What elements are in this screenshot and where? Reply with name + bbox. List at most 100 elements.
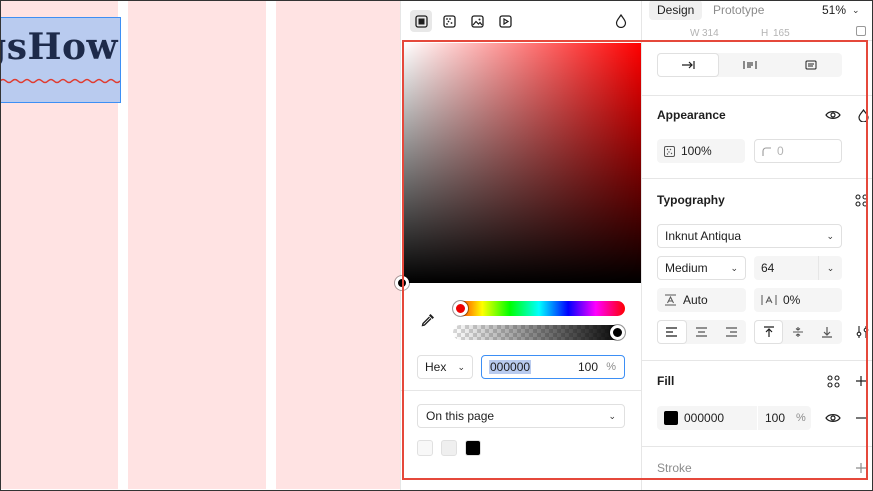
text-resize-control	[657, 53, 842, 77]
align-top-icon	[763, 326, 774, 337]
divider	[757, 406, 758, 430]
text-align-horizontal	[657, 320, 746, 344]
layout-grid-column	[128, 0, 266, 489]
align-left-option[interactable]	[658, 321, 686, 343]
styles-grid-icon	[854, 193, 868, 207]
chevron-down-icon: ⌄	[608, 410, 616, 421]
hex-value[interactable]: 000000	[489, 360, 532, 374]
plus-icon	[856, 376, 866, 386]
auto-width-icon	[681, 61, 695, 69]
fill-hex-value[interactable]: 000000	[684, 411, 724, 425]
resize-icon[interactable]	[856, 26, 866, 36]
divider	[642, 95, 873, 96]
tab-design[interactable]: Design	[649, 0, 703, 20]
letter-spacing-field[interactable]: 0%	[754, 288, 842, 312]
custom-color-tab[interactable]	[410, 10, 432, 32]
document-color-swatch[interactable]	[417, 440, 433, 456]
blend-mode-button[interactable]	[610, 10, 632, 32]
auto-width-option[interactable]	[658, 54, 718, 76]
add-stroke-button[interactable]	[852, 459, 870, 477]
minus-icon	[856, 417, 866, 419]
appearance-title: Appearance	[657, 108, 726, 122]
letter-spacing-icon	[761, 295, 777, 305]
hue-slider[interactable]	[453, 301, 625, 316]
video-fill-tab[interactable]	[494, 10, 516, 32]
opacity-unit: %	[606, 361, 616, 373]
design-panel: Design Prototype 51% ⌄ W 314 H 165 Appea…	[641, 0, 873, 491]
hue-slider-thumb[interactable]	[453, 301, 468, 316]
font-size-field[interactable]: 64 ⌄	[754, 256, 842, 280]
eyedropper-button[interactable]	[419, 311, 437, 329]
gradient-tab[interactable]	[438, 10, 460, 32]
divider	[642, 446, 873, 447]
align-right-option[interactable]	[717, 321, 745, 343]
hex-color-input[interactable]: 000000 100 %	[481, 355, 625, 379]
design-canvas[interactable]: gsHow	[0, 0, 400, 491]
font-size-value[interactable]: 64	[761, 261, 774, 275]
align-center-option[interactable]	[688, 321, 716, 343]
divider	[401, 390, 642, 391]
height-value[interactable]: 165	[773, 28, 790, 40]
layer-opacity-value: 100%	[681, 144, 712, 158]
add-fill-button[interactable]	[852, 372, 870, 390]
fill-color-field[interactable]: 000000 100 %	[657, 406, 811, 430]
text-align-vertical	[754, 320, 842, 344]
tab-prototype[interactable]: Prototype	[705, 0, 772, 20]
opacity-icon	[664, 145, 675, 157]
zoom-dropdown[interactable]: 51% ⌄	[822, 3, 860, 17]
panel-header: Design Prototype 51% ⌄	[642, 0, 873, 20]
video-fill-icon	[498, 14, 512, 28]
remove-fill-button[interactable]	[852, 409, 870, 427]
align-top-option[interactable]	[755, 321, 783, 343]
color-area-handle[interactable]	[395, 276, 409, 290]
align-middle-option[interactable]	[784, 321, 811, 343]
line-height-field[interactable]: Auto	[657, 288, 746, 312]
corner-radius-field[interactable]: 0	[754, 139, 842, 163]
text-styles-button[interactable]	[852, 191, 870, 209]
font-weight-dropdown[interactable]: Medium ⌄	[657, 256, 746, 280]
opacity-slider-thumb[interactable]	[610, 325, 625, 340]
blend-mode-button[interactable]	[854, 106, 872, 124]
chevron-down-icon: ⌄	[826, 230, 834, 241]
stroke-title: Stroke	[657, 461, 692, 475]
plus-icon	[856, 463, 866, 473]
color-format-label: Hex	[425, 360, 447, 374]
chevron-down-icon: ⌄	[457, 361, 465, 372]
font-family-dropdown[interactable]: Inknut Antiqua ⌄	[657, 224, 842, 248]
type-settings-button[interactable]	[853, 323, 871, 341]
eye-icon	[825, 111, 841, 119]
fill-styles-button[interactable]	[824, 372, 842, 390]
fill-visibility-toggle[interactable]	[824, 409, 842, 427]
visibility-toggle[interactable]	[824, 106, 842, 124]
chevron-down-icon: ⌄	[852, 4, 860, 15]
align-right-icon	[725, 327, 737, 337]
font-size-dropdown[interactable]: ⌄	[818, 256, 842, 280]
selected-text-layer[interactable]: gsHow	[0, 17, 121, 103]
fill-color-swatch[interactable]	[664, 411, 678, 425]
auto-height-option[interactable]	[720, 54, 780, 76]
width-value[interactable]: 314	[702, 28, 719, 40]
opacity-slider[interactable]	[453, 325, 625, 340]
divider	[642, 40, 873, 41]
document-color-swatch[interactable]	[441, 440, 457, 456]
layer-opacity-field[interactable]: 100%	[657, 139, 745, 163]
fill-title: Fill	[657, 374, 675, 388]
letter-spacing-value: 0%	[783, 293, 801, 307]
align-center-icon	[696, 327, 707, 337]
color-library-dropdown[interactable]: On this page ⌄	[417, 404, 625, 428]
color-format-dropdown[interactable]: Hex ⌄	[417, 355, 473, 379]
fixed-size-option[interactable]	[781, 54, 841, 76]
image-fill-tab[interactable]	[466, 10, 488, 32]
gradient-icon	[442, 14, 456, 28]
chevron-down-icon: ⌄	[826, 262, 835, 273]
opacity-value[interactable]: 100	[578, 360, 598, 374]
align-bottom-option[interactable]	[814, 321, 841, 343]
align-middle-icon	[792, 327, 803, 337]
saturation-brightness-area[interactable]	[404, 43, 641, 283]
divider	[642, 178, 873, 179]
document-color-swatch[interactable]	[465, 440, 481, 456]
fill-opacity-value[interactable]: 100	[765, 411, 785, 425]
eyedropper-icon	[421, 314, 434, 327]
font-weight-value: Medium	[665, 261, 708, 275]
corner-radius-icon	[762, 146, 771, 156]
